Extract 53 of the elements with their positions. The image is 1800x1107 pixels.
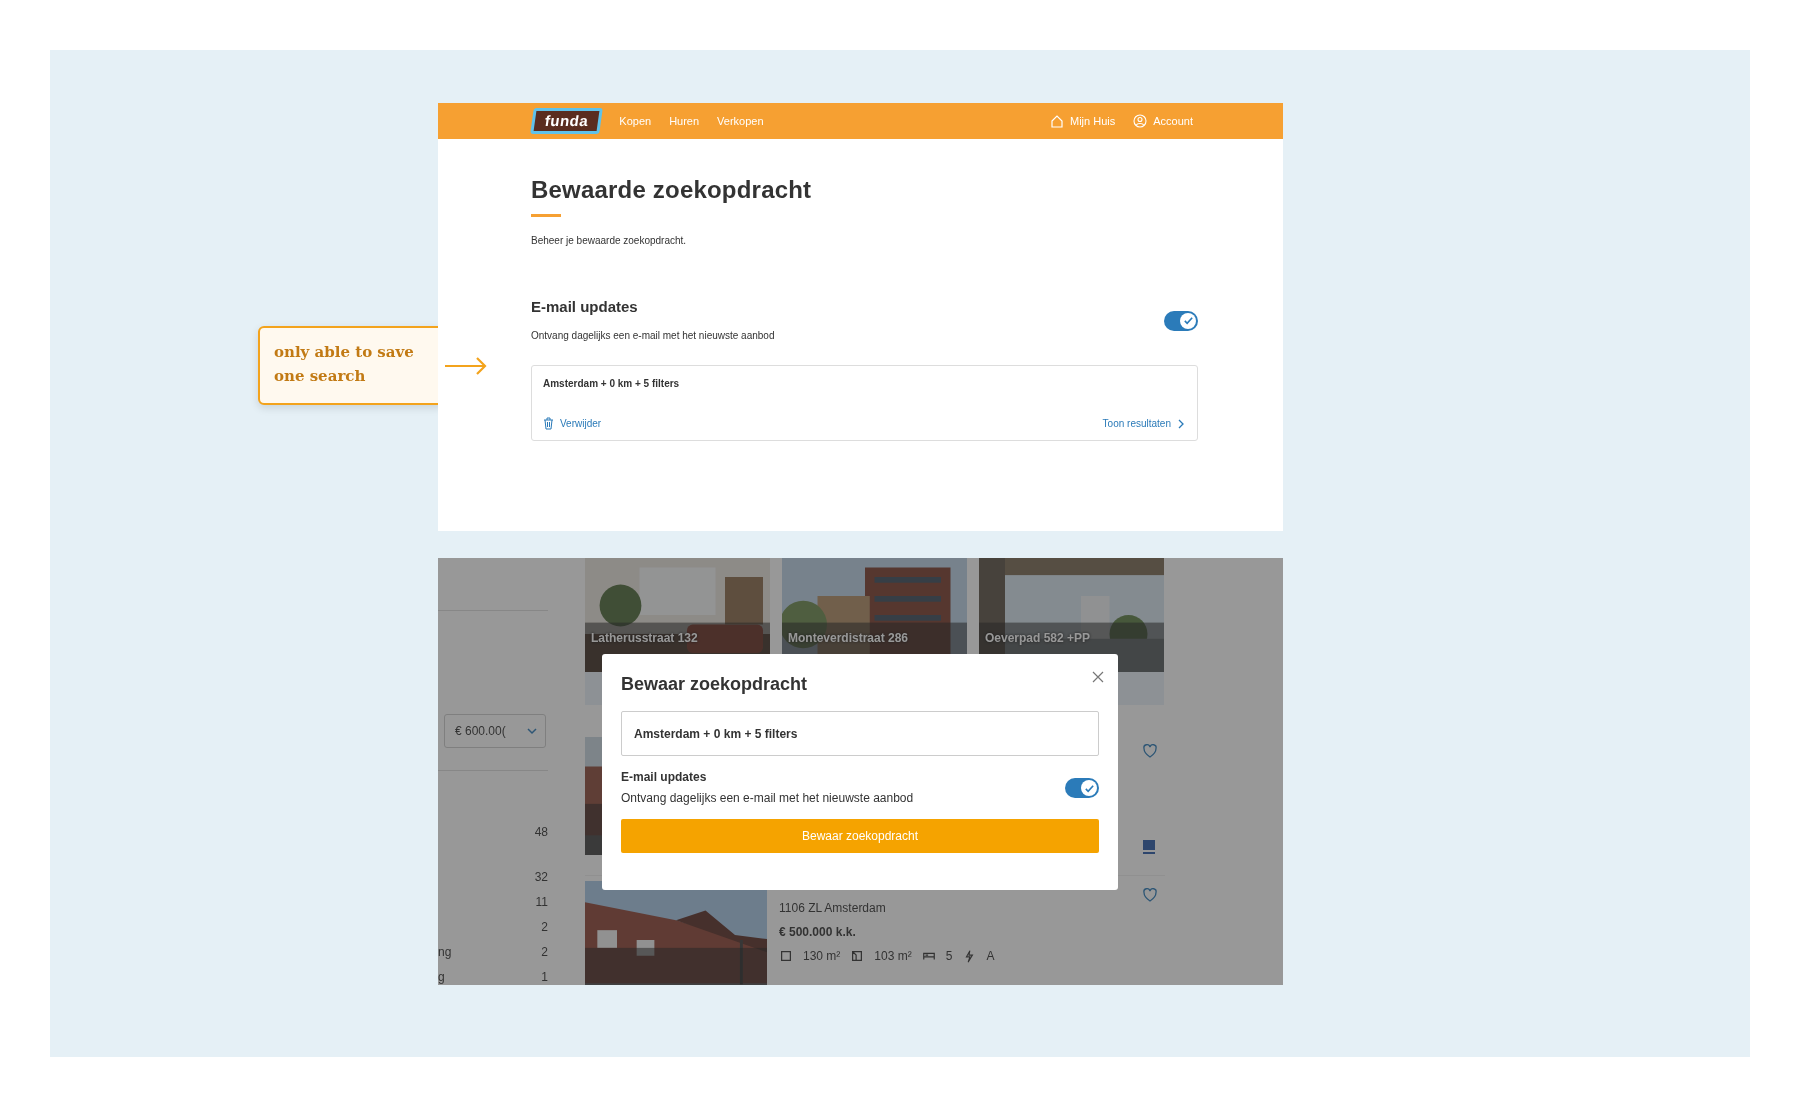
toggle-switch[interactable] bbox=[1164, 310, 1198, 331]
listing-feature: A bbox=[986, 949, 995, 963]
section-description: Ontvang dagelijks een e-mail met het nieuwste aanbod bbox=[531, 330, 775, 341]
nav-link[interactable]: Account bbox=[1153, 115, 1193, 127]
close-icon[interactable] bbox=[1092, 671, 1104, 683]
search-name: Amsterdam + 0 km + 5 filters bbox=[543, 378, 681, 389]
listing-price: € 500.000 k.k. bbox=[779, 925, 857, 939]
agent-logo-icon bbox=[1142, 839, 1156, 855]
nav-link[interactable]: Verkopen bbox=[717, 115, 764, 127]
square-icon bbox=[779, 949, 793, 963]
chevron-right-icon bbox=[1177, 418, 1185, 429]
listing-feature: 5 bbox=[945, 949, 953, 963]
section-description: Ontvang dagelijks een e-mail met het nieuwste aanbod bbox=[621, 791, 914, 805]
user-icon bbox=[1133, 114, 1148, 128]
nav-link[interactable]: Kopen bbox=[619, 115, 652, 127]
filter-count: 1 bbox=[541, 969, 548, 984]
check-icon bbox=[1182, 315, 1194, 326]
page-title: Bewaarde zoekopdracht bbox=[531, 176, 813, 204]
arrow bbox=[444, 356, 488, 376]
section-title: E-mail updates bbox=[621, 770, 708, 784]
search-name-field[interactable]: Amsterdam + 0 km + 5 filters bbox=[621, 711, 1099, 756]
heart-icon[interactable] bbox=[1142, 743, 1158, 759]
toggle-switch[interactable] bbox=[1065, 778, 1099, 798]
filter-count: 2 bbox=[541, 919, 548, 934]
filter-count: 2 bbox=[541, 944, 548, 959]
nav-link[interactable]: Mijn Huis bbox=[1070, 115, 1116, 127]
save-search-button[interactable]: Bewaar zoekopdracht bbox=[621, 819, 1099, 853]
listing-title: Latherusstraat 132 bbox=[591, 631, 698, 645]
listing-title: Oeverpad 582 +PP bbox=[985, 631, 1091, 645]
filter-count: 11 bbox=[535, 894, 548, 909]
delete-link[interactable]: Verwijder bbox=[543, 417, 602, 430]
logo[interactable]: funda bbox=[530, 108, 604, 134]
filter-label: ng bbox=[438, 944, 452, 959]
show-results-link[interactable]: Toon resultaten bbox=[1102, 417, 1185, 430]
house-icon bbox=[1050, 114, 1064, 128]
filter-count: 32 bbox=[534, 869, 548, 884]
filter-count: 48 bbox=[534, 824, 548, 839]
trash-icon bbox=[543, 417, 554, 430]
listing-feature: 130 m² bbox=[803, 949, 841, 963]
listing-address: 1106 ZL Amsterdam bbox=[779, 901, 887, 915]
page-subtitle: Beheer je bewaarde zoekopdracht. bbox=[531, 235, 688, 246]
listing-feature: 103 m² bbox=[874, 949, 912, 963]
dialog-title: Bewaar zoekopdracht bbox=[621, 674, 809, 695]
check-icon bbox=[1083, 782, 1095, 794]
floor-plan-icon bbox=[850, 949, 865, 963]
nav-link[interactable]: Huren bbox=[669, 115, 700, 127]
listing-title: Monteverdistraat 286 bbox=[788, 631, 909, 645]
lightning-icon bbox=[962, 949, 977, 963]
filter-label: g bbox=[438, 969, 445, 984]
heart-icon[interactable] bbox=[1142, 887, 1158, 903]
price-dropdown[interactable]: € 600.00( bbox=[444, 714, 546, 748]
chevron-down-icon bbox=[527, 727, 537, 735]
section-title: E-mail updates bbox=[531, 298, 639, 315]
